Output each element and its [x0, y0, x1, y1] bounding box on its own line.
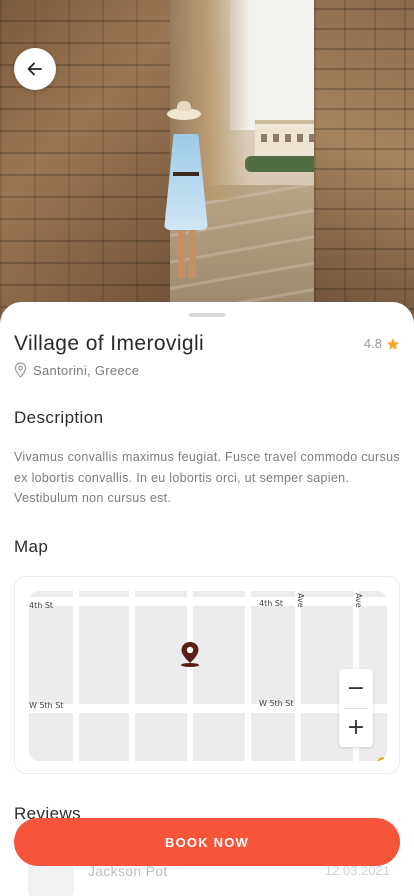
- location: Santorini, Greece: [14, 362, 139, 378]
- arrow-left-icon: [27, 62, 42, 76]
- map-road: [29, 597, 387, 606]
- map-road: [73, 591, 79, 761]
- map-card: 4th St 4th St W 5th St W 5th St Ave Ave …: [14, 576, 400, 774]
- map-marker-icon[interactable]: [179, 641, 201, 667]
- map-view[interactable]: 4th St 4th St W 5th St W 5th St Ave Ave …: [29, 591, 387, 761]
- back-button[interactable]: [14, 48, 56, 90]
- street-label: Ave: [296, 593, 305, 608]
- map-road: [129, 591, 135, 761]
- map-heading: Map: [14, 537, 49, 556]
- place-title: Village of Imerovigli: [14, 332, 205, 355]
- hero-image: [0, 0, 414, 330]
- map-road: [245, 591, 251, 761]
- location-pin-icon: [14, 362, 27, 378]
- zoom-controls: − +: [339, 669, 373, 747]
- description-text: Vivamus convallis maximus feugiat. Fusce…: [14, 450, 400, 505]
- map-indicator: [377, 757, 387, 761]
- description-heading: Description: [14, 408, 104, 427]
- drag-handle[interactable]: [189, 313, 225, 317]
- rating-value: 4.8: [363, 336, 382, 351]
- map-road: [295, 591, 301, 761]
- street-label: W 5th St: [29, 701, 64, 710]
- book-now-button[interactable]: BOOK NOW: [14, 818, 400, 866]
- map-road: [187, 591, 193, 761]
- zoom-out-button[interactable]: −: [339, 669, 373, 708]
- map-road: [29, 704, 387, 713]
- walking-woman: [160, 101, 220, 278]
- street-label: W 5th St: [259, 699, 294, 708]
- rating: 4.8: [364, 336, 400, 351]
- zoom-in-button[interactable]: +: [339, 709, 373, 748]
- street-label: Ave: [354, 593, 363, 608]
- street-label: 4th St: [259, 599, 284, 608]
- location-text: Santorini, Greece: [33, 362, 140, 378]
- stone-wall-right: [314, 0, 414, 330]
- star-icon: [386, 337, 400, 350]
- details-sheet: Village of Imerovigli 4.8 Santorini, Gre…: [0, 302, 414, 896]
- street-label: 4th St: [29, 601, 54, 610]
